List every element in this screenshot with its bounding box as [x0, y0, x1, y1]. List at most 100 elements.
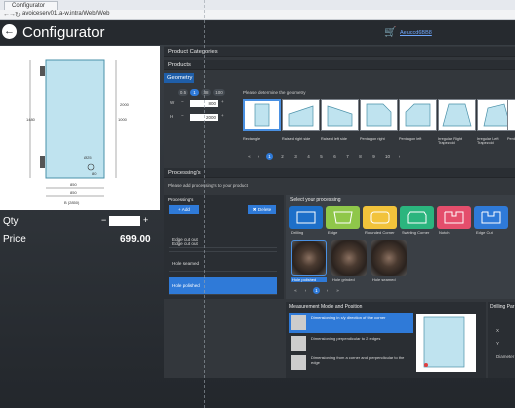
- page-number[interactable]: 10: [383, 153, 392, 160]
- shape-pentagon-left[interactable]: [399, 99, 437, 131]
- drawing-dim-label: 80: [92, 171, 97, 176]
- processing-type-label: Swirling Corner: [402, 230, 430, 235]
- geometry-instruction: Please determine the geometry: [243, 90, 306, 95]
- shape-label: Pentago: [507, 137, 515, 141]
- measurement-option-label: Dimensioning from a corner and perpendic…: [311, 355, 405, 365]
- shape-label: Raised left side: [321, 137, 347, 141]
- page-number[interactable]: 2: [279, 153, 286, 160]
- hole-grinded-thumb[interactable]: [331, 240, 367, 276]
- holes-page-first[interactable]: «: [292, 287, 299, 294]
- section-products[interactable]: Products: [164, 60, 515, 70]
- drawing-dim-label: 1000: [118, 117, 128, 122]
- height-increment[interactable]: +: [221, 113, 224, 118]
- page-number[interactable]: 9: [370, 153, 377, 160]
- measurement-option-label: Dimensioning perpendicular to 2 edges: [311, 336, 381, 341]
- processing-type-swirling-corner[interactable]: [400, 206, 434, 229]
- delete-processing-button[interactable]: ✖ Delete: [248, 205, 276, 214]
- page-number[interactable]: 6: [331, 153, 338, 160]
- add-processing-button[interactable]: + Add: [169, 205, 199, 214]
- processing-type-rounded-corner[interactable]: [363, 206, 397, 229]
- holes-page-next[interactable]: ›: [324, 287, 331, 294]
- holes-page-prev[interactable]: ‹: [302, 287, 309, 294]
- zoom-option[interactable]: 100: [213, 89, 225, 96]
- page-number[interactable]: 5: [318, 153, 325, 160]
- processing-list-item[interactable]: Edge cut out: [169, 236, 277, 252]
- qty-decrement-button[interactable]: −: [101, 215, 106, 225]
- select-processing-title: Select your processing: [290, 197, 341, 203]
- close-icon: ✖: [252, 207, 257, 212]
- shape-label: Pentagon left: [399, 137, 422, 141]
- measurement-option-selected[interactable]: Dimensioning in x/y direction of the cor…: [289, 313, 413, 333]
- measure-perpendicular-icon: [291, 336, 306, 351]
- page-next[interactable]: ›: [396, 153, 403, 160]
- shape-raised-left[interactable]: [321, 99, 359, 131]
- processing-list-item-selected[interactable]: Hole polished: [169, 277, 277, 295]
- page-number[interactable]: 1: [266, 153, 273, 160]
- qty-input[interactable]: [109, 216, 140, 226]
- processing-type-notch[interactable]: [437, 206, 471, 229]
- zoom-option[interactable]: 38: [201, 89, 211, 96]
- section-product-categories[interactable]: Product Categories: [164, 47, 515, 57]
- section-processings[interactable]: Processing's: [164, 168, 515, 178]
- hole-seamed-thumb[interactable]: [371, 240, 407, 276]
- price-value: 699.00: [120, 234, 151, 245]
- page-prev[interactable]: ‹: [255, 153, 262, 160]
- shape-label: Rectangle: [243, 137, 261, 141]
- drilling-params-panel: [488, 302, 515, 378]
- width-increment[interactable]: +: [221, 99, 224, 104]
- processing-type-label: Edge Cut: [476, 230, 493, 235]
- url-text[interactable]: avoiceserv01.a-w.intra/Web/Web: [22, 11, 110, 17]
- section-geometry[interactable]: Geometry: [164, 73, 194, 83]
- drawing-dim-label: B (2850): [64, 200, 80, 205]
- zoom-option[interactable]: 1: [190, 89, 199, 96]
- measurement-option-label: Dimensioning in x/y direction of the cor…: [311, 315, 386, 320]
- hole-option-label: Hole polished: [291, 277, 327, 282]
- shape-pentago[interactable]: [507, 99, 515, 131]
- zoom-option[interactable]: 0.5: [178, 89, 188, 96]
- drawing-dim-label: 850: [70, 190, 77, 195]
- processing-list-item[interactable]: Hole seamed: [169, 256, 277, 272]
- shape-raised-right[interactable]: [282, 99, 320, 131]
- page-number[interactable]: 4: [305, 153, 312, 160]
- shape-irregular-right-trapezoid[interactable]: [438, 99, 476, 131]
- browser-tab[interactable]: Configurator: [4, 1, 58, 10]
- processing-type-label: Drilling: [291, 230, 304, 235]
- page-first[interactable]: «: [246, 153, 253, 160]
- shape-label: Pentagon right: [360, 137, 385, 141]
- processings-instruction: Please add processing's to your product: [168, 183, 248, 188]
- shape-pentagon-right[interactable]: [360, 99, 398, 131]
- hole-polished-thumb[interactable]: [291, 240, 327, 276]
- delete-button-label: Delete: [257, 207, 272, 212]
- page-number[interactable]: 8: [357, 153, 364, 160]
- back-button[interactable]: ←: [2, 24, 17, 39]
- processing-type-drilling[interactable]: [289, 206, 323, 229]
- measurement-option[interactable]: Dimensioning from a corner and perpendic…: [289, 353, 413, 375]
- cart-link[interactable]: Aeuccd6BB8: [400, 30, 432, 36]
- processing-type-label: Edge: [328, 230, 338, 235]
- price-label: Price: [3, 234, 26, 245]
- qty-increment-button[interactable]: +: [143, 215, 148, 225]
- drilling-field-label: X: [496, 328, 500, 333]
- measurement-option[interactable]: Dimensioning perpendicular to 2 edges: [289, 334, 413, 354]
- page-number[interactable]: 3: [292, 153, 299, 160]
- width-label: W: [170, 100, 175, 105]
- holes-page-last[interactable]: »: [334, 287, 341, 294]
- width-decrement[interactable]: −: [181, 99, 184, 104]
- processing-type-edge-cut[interactable]: [474, 206, 508, 229]
- shape-rectangle[interactable]: [243, 99, 281, 131]
- add-button-label: Add: [181, 207, 190, 212]
- drawing-dim-label: Ø25: [84, 155, 92, 160]
- drawing-dim-label: 850: [70, 182, 77, 187]
- product-drawing: 1480 1000 Ø25 850 80 2000 850 B (2850): [0, 46, 160, 210]
- holes-page-number[interactable]: 1: [313, 287, 320, 294]
- page-number[interactable]: 7: [344, 153, 351, 160]
- processing-type-edge[interactable]: [326, 206, 360, 229]
- height-label: H: [170, 114, 174, 119]
- processing-type-label: Rounded Corner: [365, 230, 395, 235]
- height-decrement[interactable]: −: [181, 113, 184, 118]
- qty-label: Qty: [3, 216, 19, 227]
- drilling-field-label: Y: [496, 341, 500, 346]
- cart-icon[interactable]: 🛒: [384, 27, 396, 38]
- reload-icon[interactable]: ↻: [15, 11, 21, 19]
- hole-option-label: Hole grinded: [332, 277, 355, 282]
